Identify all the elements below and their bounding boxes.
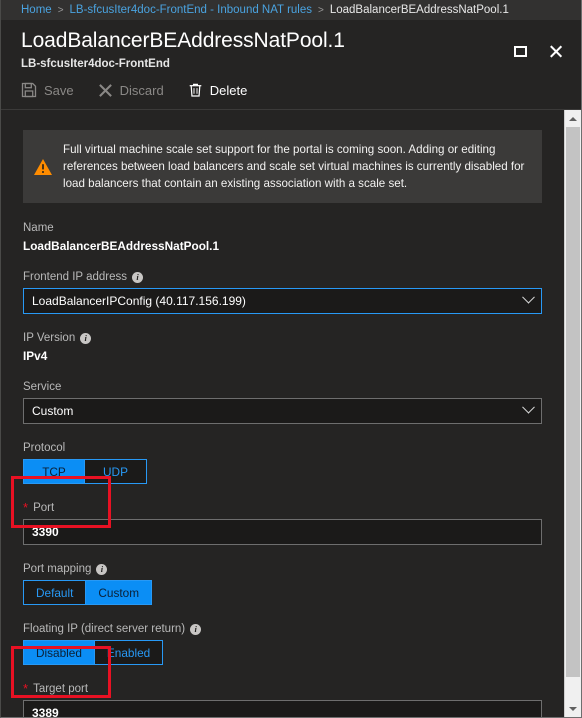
name-label: Name (23, 222, 542, 234)
port-mapping-option-custom[interactable]: Custom (86, 580, 153, 605)
field-port: * Port (23, 500, 542, 545)
scroll-up-arrow[interactable] (565, 110, 581, 127)
info-icon[interactable]: i (132, 271, 143, 283)
service-dropdown[interactable]: Custom (23, 398, 542, 424)
port-label: * Port (23, 500, 542, 515)
protocol-label: Protocol (23, 442, 542, 454)
field-floating-ip: Floating IP (direct server return) i Dis… (23, 623, 542, 665)
port-mapping-label: Port mapping i (23, 563, 542, 575)
target-port-label-text: Target port (33, 683, 89, 695)
info-icon[interactable]: i (80, 332, 92, 344)
frontend-ip-label-text: Frontend IP address (23, 271, 127, 283)
nat-rule-blade: Home > LB-sfcusIter4doc-FrontEnd - Inbou… (0, 0, 582, 718)
service-label: Service (23, 381, 542, 393)
warning-banner-text: Full virtual machine scale set support f… (63, 143, 525, 190)
discard-button[interactable]: Discard (96, 81, 166, 100)
delete-button[interactable]: Delete (186, 80, 250, 100)
floating-ip-option-enabled[interactable]: Enabled (94, 640, 164, 665)
scroll-thumb[interactable] (566, 127, 580, 678)
blade-body: Full virtual machine scale set support f… (1, 110, 581, 717)
name-label-text: Name (23, 222, 54, 234)
save-button[interactable]: Save (19, 80, 76, 100)
breadcrumb: Home > LB-sfcusIter4doc-FrontEnd - Inbou… (1, 0, 581, 20)
floating-ip-label-text: Floating IP (direct server return) (23, 623, 186, 635)
trash-icon (189, 83, 202, 97)
frontend-ip-dropdown[interactable]: LoadBalancerIPConfig (40.117.156.199) (23, 288, 542, 314)
delete-label: Delete (209, 82, 248, 98)
protocol-option-tcp[interactable]: TCP (23, 459, 85, 484)
page-subtitle: LB-sfcusIter4doc-FrontEnd (21, 58, 170, 70)
warning-banner: Full virtual machine scale set support f… (23, 130, 542, 203)
port-mapping-toggle: Default Custom (23, 580, 542, 605)
protocol-toggle: TCP UDP (23, 459, 542, 484)
floating-ip-toggle: Disabled Enabled (23, 640, 542, 665)
page-title: LoadBalancerBEAddressNatPool.1 (21, 29, 345, 52)
port-mapping-label-text: Port mapping (23, 563, 92, 575)
frontend-ip-label: Frontend IP address i (23, 271, 542, 283)
field-ip-version: IP Version i IPv4 (23, 332, 542, 363)
target-port-input[interactable] (23, 700, 542, 717)
floating-ip-option-disabled[interactable]: Disabled (23, 640, 95, 665)
breadcrumb-item-inbound-nat-rules[interactable]: LB-sfcusIter4doc-FrontEnd - Inbound NAT … (70, 4, 312, 16)
ip-version-label: IP Version i (23, 332, 542, 344)
maximize-button[interactable] (503, 36, 537, 66)
chevron-down-icon (522, 290, 535, 304)
scrollbar-track[interactable] (565, 127, 581, 700)
close-button[interactable] (539, 36, 573, 66)
warning-icon (23, 130, 63, 203)
save-label: Save (44, 82, 74, 98)
protocol-option-udp[interactable]: UDP (85, 459, 147, 484)
close-icon (548, 43, 564, 59)
field-protocol: Protocol TCP UDP (23, 442, 542, 484)
required-indicator: * (23, 500, 29, 515)
service-label-text: Service (23, 381, 62, 393)
protocol-label-text: Protocol (23, 442, 66, 454)
port-input[interactable] (23, 519, 542, 545)
blade-header: LoadBalancerBEAddressNatPool.1 LB-sfcusI… (1, 20, 581, 71)
target-port-label: * Target port (23, 681, 542, 696)
ip-version-label-text: IP Version (23, 332, 76, 344)
service-value: Custom (32, 404, 74, 418)
command-bar: Save Discard Delete (1, 71, 581, 110)
field-service: Service Custom (23, 381, 542, 424)
required-indicator: * (23, 681, 29, 696)
maximize-icon (513, 45, 527, 57)
frontend-ip-value: LoadBalancerIPConfig (40.117.156.199) (32, 294, 246, 308)
breadcrumb-item-home[interactable]: Home (21, 4, 52, 16)
vertical-scrollbar[interactable] (564, 110, 581, 717)
field-frontend-ip: Frontend IP address i LoadBalancerIPConf… (23, 271, 542, 314)
name-value: LoadBalancerBEAddressNatPool.1 (23, 239, 220, 253)
discard-icon (98, 83, 112, 97)
port-mapping-option-default[interactable]: Default (23, 580, 87, 605)
port-label-text: Port (33, 502, 55, 514)
chevron-down-icon (522, 400, 535, 414)
field-target-port: * Target port (23, 681, 542, 717)
window-controls (503, 36, 573, 66)
breadcrumb-separator: > (318, 4, 324, 16)
field-name: Name LoadBalancerBEAddressNatPool.1 (23, 222, 542, 253)
field-port-mapping: Port mapping i Default Custom (23, 563, 542, 605)
breadcrumb-separator: > (57, 4, 64, 16)
save-icon (21, 82, 37, 98)
floating-ip-label: Floating IP (direct server return) i (23, 623, 542, 635)
ip-version-value: IPv4 (23, 349, 48, 363)
form-content: Full virtual machine scale set support f… (1, 110, 564, 717)
info-icon[interactable]: i (190, 623, 202, 635)
discard-label: Discard (119, 82, 164, 98)
breadcrumb-item-current: LoadBalancerBEAddressNatPool.1 (329, 4, 509, 16)
scroll-down-arrow[interactable] (565, 700, 581, 717)
info-icon[interactable]: i (96, 563, 108, 575)
